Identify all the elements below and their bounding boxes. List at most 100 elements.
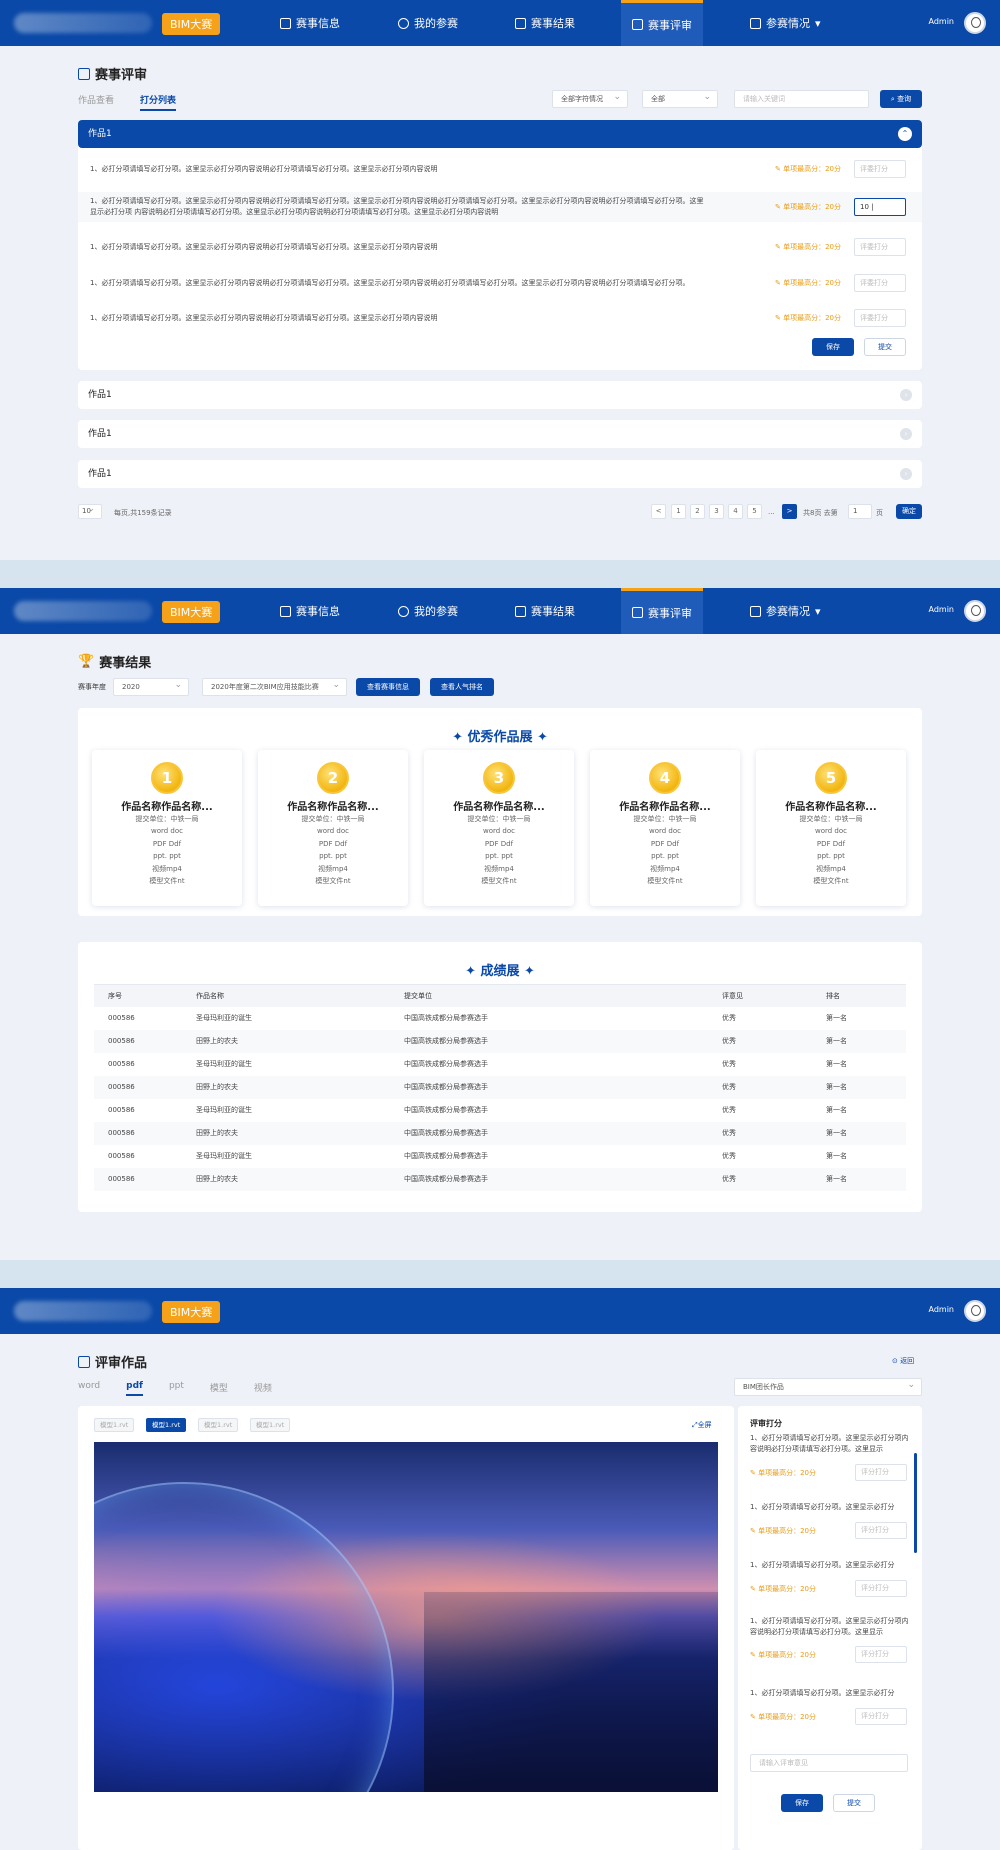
score-input[interactable]: 评委打分: [854, 309, 906, 327]
score-input[interactable]: 评分打分: [855, 1646, 907, 1663]
score-input[interactable]: 评委打分: [854, 274, 906, 292]
admin-name[interactable]: Admin: [929, 17, 955, 26]
accordion-header-collapsed[interactable]: 作品1 ›: [78, 420, 922, 448]
score-input[interactable]: 评分打分: [855, 1708, 907, 1725]
chevron-right-icon[interactable]: ›: [900, 428, 912, 440]
chevron-up-icon[interactable]: ⌃: [898, 127, 912, 141]
tab-model[interactable]: 模型: [210, 1381, 228, 1396]
tab-view[interactable]: 作品查看: [78, 93, 114, 111]
avatar[interactable]: [964, 1300, 986, 1322]
view-popularity-button[interactable]: 查看人气排名: [430, 678, 494, 696]
year-select[interactable]: 2020: [113, 677, 189, 696]
nav-item-info[interactable]: 赛事信息: [280, 0, 340, 46]
fullscreen-button[interactable]: ⤢全屏: [692, 1420, 712, 1430]
tab-word[interactable]: word: [78, 1381, 100, 1396]
tab-video[interactable]: 视频: [254, 1381, 272, 1396]
accordion-header-collapsed[interactable]: 作品1 ›: [78, 460, 922, 488]
table-row[interactable]: 000586 田野上的农夫 中国高铁成都分局参赛选手 优秀 第一名: [94, 1075, 906, 1099]
back-icon: ⊙: [892, 1357, 898, 1365]
section-title: ✦ 成绩展 ✦: [465, 964, 535, 979]
search-button[interactable]: ⌕ 查询: [880, 90, 922, 108]
nav-item-info[interactable]: 赛事信息: [280, 588, 340, 634]
accordion-header-open[interactable]: 作品1 ⌃: [78, 120, 922, 148]
table-row[interactable]: 000586 圣母玛利亚的诞生 中国高铁成都分局参赛选手 优秀 第一名: [94, 1007, 906, 1030]
max-score: ✎ 单项最高分：20分: [750, 1713, 817, 1721]
medal-icon: 1: [151, 762, 183, 794]
year-label: 赛事年度: [78, 683, 106, 691]
page-button[interactable]: 5: [747, 504, 762, 519]
table-row[interactable]: 000586 圣母玛利亚的诞生 中国高铁成都分局参赛选手 优秀 第一名: [94, 1145, 906, 1168]
submit-button[interactable]: 提交: [833, 1794, 875, 1812]
caret-down-icon: ▾: [815, 604, 821, 618]
medal-card[interactable]: 3 作品名称作品名称... 提交单位：中铁一局 word doc PDF Ddf…: [424, 750, 574, 906]
page-size-select[interactable]: 10: [78, 503, 102, 519]
nav-item-my-entry[interactable]: 我的参赛: [398, 0, 458, 46]
page-button[interactable]: 3: [709, 504, 724, 519]
medal-icon: 4: [649, 762, 681, 794]
model-chip[interactable]: 模型1.rvt: [250, 1418, 291, 1432]
goto-page-input[interactable]: 1: [848, 504, 872, 519]
medal-card[interactable]: 1 作品名称作品名称... 提交单位：中铁一局 word doc PDF Ddf…: [92, 750, 242, 906]
score-row: 1、必打分项请填写必打分项。这里显示必打分项内容说明必打分项请填写必打分项。这里…: [78, 307, 922, 329]
tab-score-list[interactable]: 打分列表: [140, 93, 177, 111]
accordion-header-collapsed[interactable]: 作品1 ›: [78, 381, 922, 409]
score-input[interactable]: 评委打分: [854, 160, 906, 178]
nav-item-review[interactable]: 赛事评审: [621, 588, 703, 634]
save-button[interactable]: 保存: [812, 338, 854, 356]
page-button[interactable]: 1: [671, 504, 686, 519]
avatar[interactable]: [964, 600, 986, 622]
model-chip-active[interactable]: 模型1.rvt: [146, 1418, 187, 1432]
table-row[interactable]: 000586 田野上的农夫 中国高铁成都分局参赛选手 优秀 第一名: [94, 1121, 906, 1145]
score-input[interactable]: 10 |: [854, 198, 906, 216]
view-contest-info-button[interactable]: 查看赛事信息: [356, 678, 420, 696]
filter-select-1[interactable]: 全部字符情况: [552, 89, 628, 108]
score-input[interactable]: 评分打分: [855, 1580, 907, 1597]
model-chip[interactable]: 模型1.rvt: [198, 1418, 239, 1432]
scrollbar[interactable]: [914, 1453, 917, 1553]
top-nav: BIM大赛 赛事信息 我的参赛 赛事结果 赛事评审 参赛情况 ▾ Admin: [0, 0, 1000, 46]
tab-pdf[interactable]: pdf: [126, 1381, 143, 1396]
submit-button[interactable]: 提交: [864, 338, 906, 356]
page-button[interactable]: 4: [728, 504, 743, 519]
save-button[interactable]: 保存: [781, 1794, 823, 1812]
contest-select[interactable]: 2020年度第二次BIM应用技能比赛: [202, 677, 347, 696]
table-row[interactable]: 000586 圣母玛利亚的诞生 中国高铁成都分局参赛选手 优秀 第一名: [94, 1099, 906, 1122]
table-row[interactable]: 000586 田野上的农夫 中国高铁成都分局参赛选手 优秀 第一名: [94, 1167, 906, 1191]
admin-name[interactable]: Admin: [929, 605, 955, 614]
next-page-button[interactable]: >: [782, 504, 797, 519]
comment-input[interactable]: 请输入评审意见: [750, 1754, 908, 1772]
page-title: 🏆 赛事结果: [78, 654, 152, 671]
avatar[interactable]: [964, 12, 986, 34]
prev-page-button[interactable]: <: [651, 504, 666, 519]
nav-item-results[interactable]: 赛事结果: [515, 588, 575, 634]
filter-select-2[interactable]: 全部: [642, 89, 718, 108]
logo: [14, 1301, 152, 1321]
edit-icon: [78, 67, 90, 80]
goto-confirm-button[interactable]: 确定: [896, 504, 922, 519]
medal-card[interactable]: 4 作品名称作品名称... 提交单位：中铁一局 word doc PDF Ddf…: [590, 750, 740, 906]
score-input[interactable]: 评分打分: [855, 1464, 907, 1481]
page-button[interactable]: 2: [690, 504, 705, 519]
medal-card[interactable]: 2 作品名称作品名称... 提交单位：中铁一局 word doc PDF Ddf…: [258, 750, 408, 906]
table-row[interactable]: 000586 田野上的农夫 中国高铁成都分局参赛选手 优秀 第一名: [94, 1029, 906, 1053]
nav-item-results[interactable]: 赛事结果: [515, 0, 575, 46]
tab-ppt[interactable]: ppt: [169, 1381, 184, 1396]
max-score: ✎ 单项最高分：20分: [775, 314, 842, 322]
score-input[interactable]: 评分打分: [855, 1522, 907, 1539]
table-row[interactable]: 000586 圣母玛利亚的诞生 中国高铁成都分局参赛选手 优秀 第一名: [94, 1053, 906, 1076]
score-row: 1、必打分项请填写必打分项。这里显示必打分项内容说明必打分项请填写必打分项。这里…: [78, 236, 922, 258]
model-chip[interactable]: 模型1.rvt: [94, 1418, 135, 1432]
search-input[interactable]: 请输入关键词: [734, 90, 869, 108]
chevron-right-icon[interactable]: ›: [900, 468, 912, 480]
nav-item-participation[interactable]: 参赛情况 ▾: [750, 0, 821, 46]
admin-name[interactable]: Admin: [929, 1305, 955, 1314]
results-table: 序号 作品名称 提交单位 评意见 排名 000586 圣母玛利亚的诞生 中国高铁成都分局参赛…: [94, 984, 906, 1191]
chevron-right-icon[interactable]: ›: [900, 389, 912, 401]
nav-item-participation[interactable]: 参赛情况 ▾: [750, 588, 821, 634]
back-link[interactable]: ⊙ 返回: [892, 1356, 914, 1366]
nav-item-review[interactable]: 赛事评审: [621, 0, 703, 46]
nav-item-my-entry[interactable]: 我的参赛: [398, 588, 458, 634]
score-input[interactable]: 评委打分: [854, 238, 906, 256]
medal-card[interactable]: 5 作品名称作品名称... 提交单位：中铁一局 word doc PDF Ddf…: [756, 750, 906, 906]
work-select[interactable]: BIM团长作品: [734, 1377, 922, 1396]
